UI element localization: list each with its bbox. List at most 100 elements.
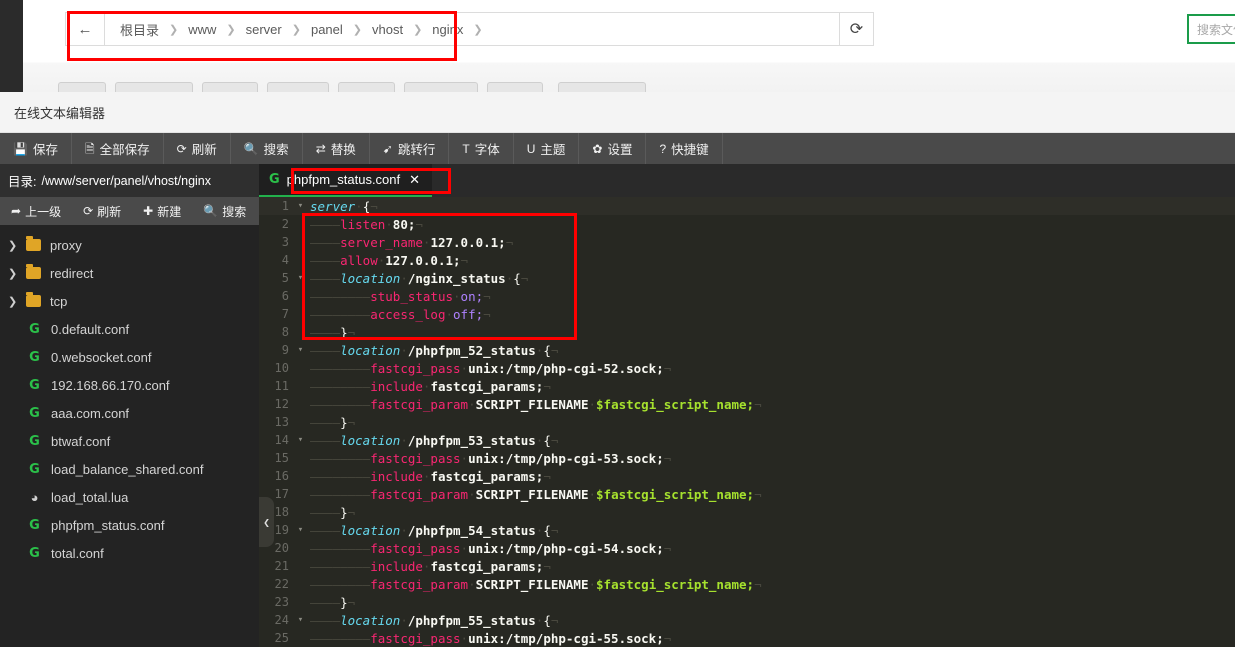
code-text: ————————fastcgi_pass·unix:/tmp/php-cgi-5…	[306, 541, 671, 556]
code-line[interactable]: 13 ————}¬	[259, 413, 1235, 431]
token-ws: ————————	[310, 378, 371, 394]
code-line[interactable]: 4 ————allow·127.0.0.1;¬	[259, 251, 1235, 269]
token-val: /phpfpm_55_status	[407, 612, 536, 628]
save-icon: 💾	[13, 141, 28, 156]
sidebar-up-level-button[interactable]: ➦ 上一级	[0, 203, 72, 220]
breadcrumb-item-server[interactable]: server	[241, 20, 287, 39]
breadcrumb-item-vhost[interactable]: vhost	[367, 20, 408, 39]
tree-file-0.default.conf[interactable]: G 0.default.conf	[0, 315, 259, 343]
code-line[interactable]: 1 ▾ server·{¬	[259, 197, 1235, 215]
tree-folder-redirect[interactable]: ❯ redirect	[0, 259, 259, 287]
tab-phpfpm-status-conf[interactable]: G phpfpm_status.conf ✕	[259, 164, 451, 197]
toolbar-save-button[interactable]: 💾 保存	[0, 133, 72, 164]
token-ws: ·	[385, 216, 393, 232]
toolbar-help-button[interactable]: ? 快捷键	[646, 133, 723, 164]
toolbar-font-button[interactable]: T 字体	[449, 133, 514, 164]
tree-folder-tcp[interactable]: ❯ tcp	[0, 287, 259, 315]
fold-toggle-icon[interactable]: ▾	[295, 345, 306, 355]
toolbar-search-button[interactable]: 🔍 搜索	[231, 133, 303, 164]
tree-file-load_total.lua[interactable]: ◕ load_total.lua	[0, 483, 259, 511]
code-line[interactable]: 22 ————————fastcgi_param·SCRIPT_FILENAME·…	[259, 575, 1235, 593]
sidebar-search-button[interactable]: 🔍 搜索	[192, 203, 257, 220]
tree-folder-proxy[interactable]: ❯ proxy	[0, 231, 259, 259]
code-line[interactable]: 14 ▾ ————location·/phpfpm_53_status·{¬	[259, 431, 1235, 449]
code-line[interactable]: 17 ————————fastcgi_param·SCRIPT_FILENAME·…	[259, 485, 1235, 503]
code-line[interactable]: 6 ————————stub_status·on;¬	[259, 287, 1235, 305]
token-ws: ·	[468, 396, 476, 412]
tree-file-0.websocket.conf[interactable]: G 0.websocket.conf	[0, 343, 259, 371]
sidebar-collapse-handle[interactable]: ❮	[259, 497, 274, 547]
sidebar-action-label: 新建	[157, 204, 182, 219]
toolbar-refresh-button[interactable]: ⟳ 刷新	[164, 133, 231, 164]
token-punc: {	[543, 342, 551, 358]
tree-file-total.conf[interactable]: Gtotal.conf	[0, 539, 259, 567]
sidebar-refresh-button[interactable]: ⟳ 刷新	[72, 203, 132, 220]
chevron-right-icon[interactable]: ❯	[8, 267, 26, 280]
token-ws: ·	[400, 612, 408, 628]
breadcrumb-item-nginx[interactable]: nginx	[427, 20, 468, 39]
tree-file-btwaf.conf[interactable]: Gbtwaf.conf	[0, 427, 259, 455]
conf-file-icon: G	[29, 377, 40, 393]
reload-button[interactable]: ⟳	[840, 12, 874, 46]
code-text: ————————fastcgi_pass·unix:/tmp/php-cgi-5…	[306, 361, 671, 376]
code-line[interactable]: 11 ————————include·fastcgi_params;¬	[259, 377, 1235, 395]
code-line[interactable]: 23 ————}¬	[259, 593, 1235, 611]
token-eol: ¬	[550, 432, 559, 448]
fold-toggle-icon[interactable]: ▾	[295, 201, 306, 211]
tree-file-label: 0.default.conf	[51, 321, 130, 337]
token-eol: ¬	[663, 360, 672, 376]
code-line[interactable]: 19 ▾ ————location·/phpfpm_54_status·{¬	[259, 521, 1235, 539]
fold-toggle-icon[interactable]: ▾	[295, 435, 306, 445]
code-line[interactable]: 7 ————————access_log·off;¬	[259, 305, 1235, 323]
code-line[interactable]: 25 ————————fastcgi_pass·unix:/tmp/php-cgi…	[259, 629, 1235, 647]
token-ws: ·	[468, 486, 476, 502]
tree-file-aaa.com.conf[interactable]: Gaaa.com.conf	[0, 399, 259, 427]
code-line[interactable]: 8 ————}¬	[259, 323, 1235, 341]
close-icon[interactable]: ✕	[409, 172, 420, 188]
tree-file-phpfpm_status.conf[interactable]: Gphpfpm_status.conf	[0, 511, 259, 539]
back-button[interactable]: ←	[65, 12, 105, 46]
screen: ← 根目录 ❯ www ❯ server ❯ panel ❯ vhost ❯ nginx ❯ ⟳ 搜索…	[0, 0, 1235, 647]
code-line[interactable]: 10 ————————fastcgi_pass·unix:/tmp/php-cgi…	[259, 359, 1235, 377]
token-dir: listen	[340, 216, 386, 232]
code-line[interactable]: 15 ————————fastcgi_pass·unix:/tmp/php-cgi…	[259, 449, 1235, 467]
tree-file-label: total.conf	[51, 545, 104, 561]
code-line[interactable]: 18 ————}¬	[259, 503, 1235, 521]
code-line[interactable]: 16 ————————include·fastcgi_params;¬	[259, 467, 1235, 485]
toolbar-save-all-button[interactable]: 🗎 全部保存	[72, 133, 164, 164]
file-search-input[interactable]: 搜索文件	[1187, 14, 1235, 44]
tree-file-load_balance_shared.conf[interactable]: Gload_balance_shared.conf	[0, 455, 259, 483]
toolbar-settings-button[interactable]: ✿ 设置	[579, 133, 647, 164]
code-line[interactable]: 2 ————listen·80;¬	[259, 215, 1235, 233]
code-text: ————}¬	[306, 505, 355, 520]
fold-toggle-icon[interactable]: ▾	[295, 615, 306, 625]
code-line[interactable]: 21 ————————include·fastcgi_params;¬	[259, 557, 1235, 575]
breadcrumb-item-www[interactable]: www	[183, 20, 221, 39]
code-lines[interactable]: 1 ▾ server·{¬ 2 ————listen·80;¬ 3 ————server_n…	[259, 197, 1235, 647]
token-val: unix:/tmp/php-cgi-53.sock;	[468, 450, 664, 466]
breadcrumb-item-panel[interactable]: panel	[306, 20, 348, 39]
breadcrumb[interactable]: 根目录 ❯ www ❯ server ❯ panel ❯ vhost ❯ nginx ❯	[105, 12, 840, 46]
code-line[interactable]: 9 ▾ ————location·/phpfpm_52_status·{¬	[259, 341, 1235, 359]
code-line[interactable]: 3 ————server_name·127.0.0.1;¬	[259, 233, 1235, 251]
toolbar-theme-button[interactable]: U 主题	[514, 133, 580, 164]
line-number: 16	[274, 469, 289, 483]
code-line[interactable]: 5 ▾ ————location·/nginx_status·{¬	[259, 269, 1235, 287]
token-ws: ————	[310, 234, 341, 250]
refresh-icon: ⟳	[176, 141, 187, 156]
token-ws: ·	[400, 342, 408, 358]
text-editor-panel: 在线文本编辑器 💾 保存 🗎 全部保存 ⟳ 刷新 🔍 搜索 ⇄ 替换 ➹ 跳转行 T 字体 U 主题 ✿ 设置? 快…	[0, 92, 1235, 647]
toolbar-goto-line-button[interactable]: ➹ 跳转行	[370, 133, 450, 164]
chevron-right-icon[interactable]: ❯	[8, 239, 26, 252]
fold-toggle-icon[interactable]: ▾	[295, 273, 306, 283]
code-line[interactable]: 24 ▾ ————location·/phpfpm_55_status·{¬	[259, 611, 1235, 629]
toolbar-replace-button[interactable]: ⇄ 替换	[303, 133, 370, 164]
code-line[interactable]: 12 ————————fastcgi_param·SCRIPT_FILENAME·…	[259, 395, 1235, 413]
chevron-right-icon[interactable]: ❯	[8, 295, 26, 308]
fold-toggle-icon[interactable]: ▾	[295, 525, 306, 535]
tree-file-192.168.66.170.conf[interactable]: G 192.168.66.170.conf	[0, 371, 259, 399]
sidebar-new-button[interactable]: ✚ 新建	[132, 203, 192, 220]
breadcrumb-item-根目录[interactable]: 根目录	[115, 18, 164, 41]
code-line[interactable]: 20 ————————fastcgi_pass·unix:/tmp/php-cgi…	[259, 539, 1235, 557]
code-text: ————————fastcgi_param·SCRIPT_FILENAME·$f…	[306, 397, 762, 412]
